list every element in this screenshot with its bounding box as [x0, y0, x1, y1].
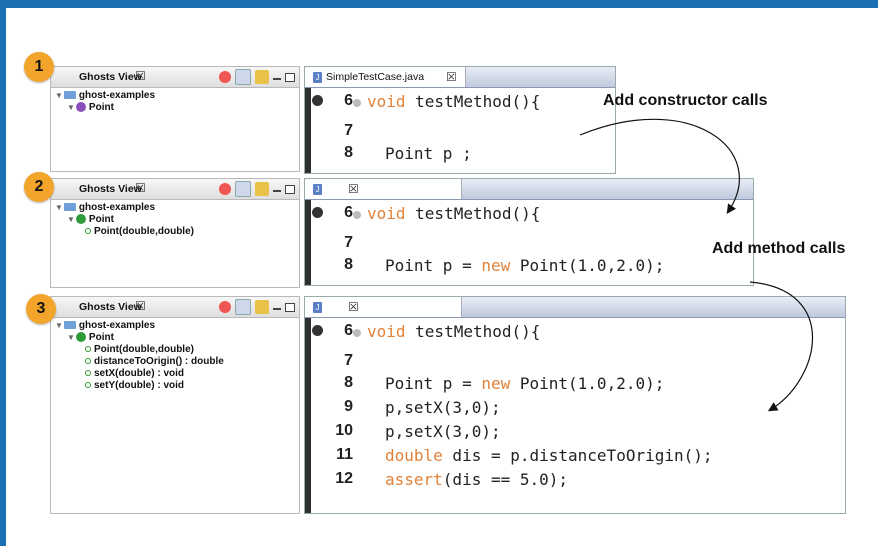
method-arrow [749, 281, 814, 412]
flow-arrows [579, 118, 814, 412]
constructor-arrow [579, 118, 740, 214]
